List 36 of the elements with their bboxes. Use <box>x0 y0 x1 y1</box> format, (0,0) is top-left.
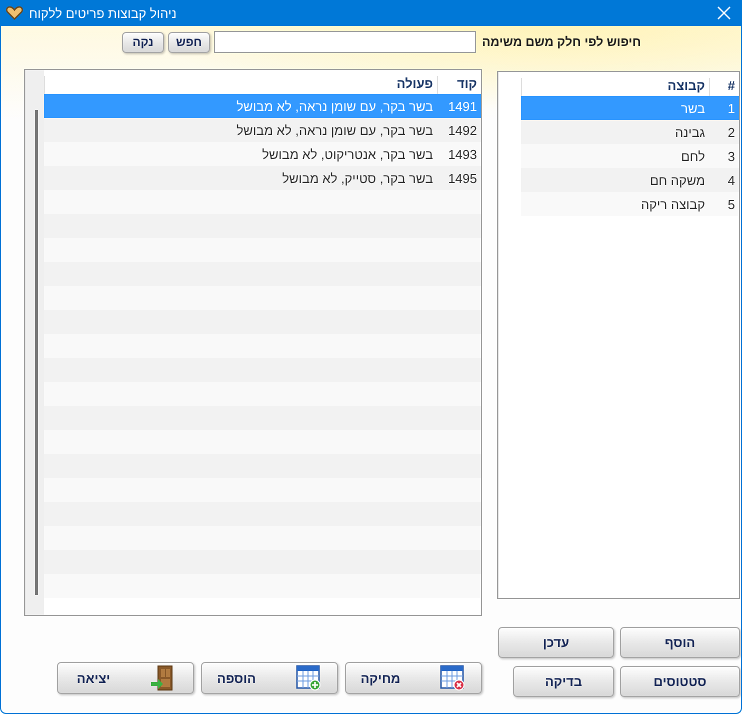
clear-button[interactable]: נקה <box>122 32 164 52</box>
door-icon <box>150 665 174 691</box>
window-title: ניהול קבוצות פריטים ללקוח <box>29 6 177 20</box>
search-button[interactable]: חפש <box>168 32 210 52</box>
table-cell-text: בשר בקר, עם שומן נראה, לא מבושל <box>236 122 434 138</box>
action-button[interactable]: עדכן <box>498 627 614 658</box>
search-label: חיפוש לפי חלק משם משימה <box>482 35 641 49</box>
table-cell-text: 3 <box>726 148 736 164</box>
table-cell-text: קבוצה ריקה <box>640 196 706 212</box>
add-button[interactable]: הוספה <box>201 662 338 694</box>
action-button[interactable]: סטטוסים <box>620 666 740 697</box>
table-cell-text: גבינה <box>674 124 706 140</box>
table-cell-text: 5 <box>726 196 736 212</box>
table-cell-text: בשר בקר, סטייק, לא מבושל <box>281 170 434 186</box>
table-delete-icon <box>440 665 466 691</box>
delete-button[interactable]: מחיקה <box>345 662 482 694</box>
search-field[interactable] <box>214 31 476 53</box>
close-icon <box>717 6 731 20</box>
action-button[interactable]: הוסף <box>620 627 740 658</box>
table-cell-text: 1495 <box>447 170 478 186</box>
table-cell-text: 2 <box>726 124 736 140</box>
table-cell-text: בשר <box>680 100 706 116</box>
table-cell-text: 1493 <box>447 146 478 162</box>
table-cell-text: לחם <box>680 148 706 164</box>
exit-button[interactable]: יציאה <box>57 662 194 694</box>
table-cell-text: בשר בקר, אנטריקוט, לא מבושל <box>261 146 434 162</box>
table-cell-text: 1492 <box>447 122 478 138</box>
action-button[interactable]: בדיקה <box>513 666 614 697</box>
table-cell-text: 1 <box>726 100 736 116</box>
heart-icon <box>6 6 23 20</box>
table-cell-text: 1491 <box>447 98 478 114</box>
scrollbar[interactable] <box>35 110 38 595</box>
table-cell-text: 4 <box>726 172 736 188</box>
table-cell-text: בשר בקר, עם שומן נראה, לא מבושל <box>236 98 434 114</box>
table-add-icon <box>296 665 322 691</box>
table-cell-text: משקה חם <box>648 172 706 188</box>
